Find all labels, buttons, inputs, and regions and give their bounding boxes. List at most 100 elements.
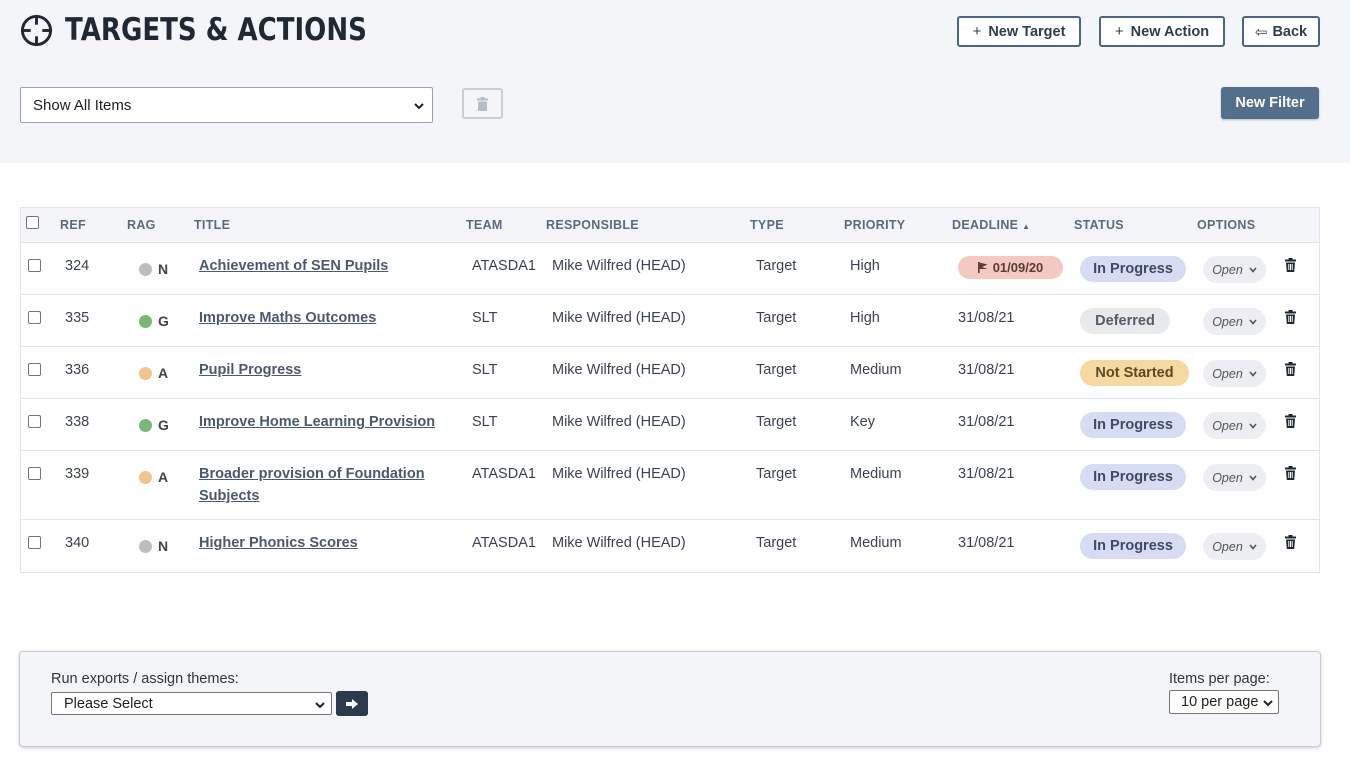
title-area: TARGETS & ACTIONS <box>20 12 424 48</box>
status-badge: In Progress <box>1080 533 1186 559</box>
row-title-link[interactable]: Improve Maths Outcomes <box>199 307 449 329</box>
row-type: Target <box>756 310 797 326</box>
row-ref: 340 <box>65 535 90 551</box>
options-label: Open <box>1212 418 1243 433</box>
row-checkbox[interactable] <box>28 363 41 376</box>
options-dropdown[interactable]: Open <box>1203 256 1266 283</box>
plus-icon: + <box>1114 23 1124 40</box>
rag-dot-icon <box>139 262 152 276</box>
trash-icon[interactable] <box>1285 258 1296 272</box>
rag-indicator: N <box>139 538 168 554</box>
col-deadline[interactable]: DEADLINE ▲ <box>952 218 1030 232</box>
filter-selected-value: Show All Items <box>33 96 132 114</box>
export-label: Run exports / assign themes: <box>51 671 239 687</box>
items-per-page-select[interactable]: 10 per page <box>1169 690 1279 714</box>
options-label: Open <box>1212 470 1243 485</box>
arrow-right-icon <box>346 698 358 709</box>
row-responsible: Mike Wilfred (HEAD) <box>552 310 686 326</box>
row-type: Target <box>756 362 797 378</box>
overdue-deadline-badge: 01/09/20 <box>958 256 1063 279</box>
row-checkbox[interactable] <box>28 311 41 324</box>
trash-icon[interactable] <box>1285 310 1296 324</box>
new-target-button[interactable]: + New Target <box>957 16 1081 47</box>
col-team[interactable]: TEAM <box>466 218 503 232</box>
items-per-page-label: Items per page: <box>1169 671 1270 687</box>
rag-indicator: A <box>139 365 168 381</box>
status-badge: In Progress <box>1080 256 1186 282</box>
run-export-button[interactable] <box>336 691 368 716</box>
options-label: Open <box>1212 262 1243 277</box>
col-rag[interactable]: RAG <box>127 218 156 232</box>
chevron-down-icon <box>1249 543 1257 550</box>
row-priority: High <box>850 310 880 326</box>
options-dropdown[interactable]: Open <box>1203 360 1266 387</box>
deadline-date: 31/08/21 <box>958 414 1015 430</box>
chevron-down-icon <box>1263 700 1273 707</box>
deadline-date: 31/08/21 <box>958 310 1015 326</box>
options-label: Open <box>1212 366 1243 381</box>
filter-select[interactable]: Show All Items <box>20 87 433 123</box>
page-title: TARGETS & ACTIONS <box>65 12 367 48</box>
status-badge: In Progress <box>1080 412 1186 438</box>
sort-asc-icon: ▲ <box>1022 222 1031 231</box>
table-row: 336 A Pupil Progress SLT Mike Wilfred (HEAD)… <box>21 347 1319 399</box>
col-title[interactable]: TITLE <box>194 218 230 232</box>
new-filter-button[interactable]: New Filter <box>1221 87 1319 119</box>
col-ref[interactable]: REF <box>60 218 86 232</box>
chevron-down-icon <box>414 103 424 110</box>
row-title-link[interactable]: Pupil Progress <box>199 359 449 381</box>
trash-icon[interactable] <box>1285 362 1296 376</box>
export-select[interactable]: Please Select <box>51 692 332 715</box>
row-priority: Medium <box>850 466 902 482</box>
col-status[interactable]: STATUS <box>1074 218 1124 232</box>
trash-icon[interactable] <box>1285 466 1296 480</box>
new-target-label: New Target <box>988 23 1066 40</box>
chevron-down-icon <box>1249 422 1257 429</box>
row-checkbox[interactable] <box>28 259 41 272</box>
row-checkbox[interactable] <box>28 467 41 480</box>
options-dropdown[interactable]: Open <box>1203 412 1266 439</box>
row-checkbox[interactable] <box>28 415 41 428</box>
row-title-link[interactable]: Higher Phonics Scores <box>199 532 449 554</box>
row-responsible: Mike Wilfred (HEAD) <box>552 466 686 482</box>
col-responsible[interactable]: RESPONSIBLE <box>546 218 639 232</box>
table-row: 340 N Higher Phonics Scores ATASDA1 Mike Wil… <box>21 520 1319 572</box>
select-all-checkbox[interactable] <box>26 216 39 229</box>
row-team: SLT <box>472 362 498 378</box>
items-per-page-value: 10 per page <box>1181 694 1259 710</box>
delete-filter-button[interactable] <box>462 88 503 119</box>
rag-dot-icon <box>139 470 152 484</box>
options-dropdown[interactable]: Open <box>1203 533 1266 560</box>
targets-table: REF RAG TITLE TEAM RESPONSIBLE TYPE PRIO… <box>20 207 1320 573</box>
chevron-down-icon <box>315 702 325 709</box>
row-ref: 336 <box>65 362 90 378</box>
options-dropdown[interactable]: Open <box>1203 308 1266 335</box>
back-button[interactable]: ⇦ Back <box>1242 16 1320 47</box>
rag-dot-icon <box>139 314 152 328</box>
new-action-button[interactable]: + New Action <box>1099 16 1225 47</box>
trash-icon <box>477 96 488 111</box>
row-checkbox[interactable] <box>28 536 41 549</box>
col-type[interactable]: TYPE <box>750 218 784 232</box>
trash-icon[interactable] <box>1285 414 1296 428</box>
col-options: OPTIONS <box>1197 218 1256 232</box>
row-title-link[interactable]: Achievement of SEN Pupils <box>199 255 449 277</box>
rag-indicator: N <box>139 261 168 277</box>
row-title-link[interactable]: Improve Home Learning Provision <box>199 411 449 433</box>
col-deadline-label: DEADLINE <box>952 218 1019 232</box>
flag-icon <box>977 262 988 273</box>
row-type: Target <box>756 466 797 482</box>
back-label: Back <box>1272 23 1308 40</box>
options-dropdown[interactable]: Open <box>1203 464 1266 491</box>
options-label: Open <box>1212 314 1243 329</box>
trash-icon[interactable] <box>1285 535 1296 549</box>
row-priority: Key <box>850 414 875 430</box>
rag-letter: G <box>158 313 169 329</box>
deadline-date: 31/08/21 <box>958 466 1015 482</box>
chevron-down-icon <box>1249 370 1257 377</box>
row-ref: 335 <box>65 310 90 326</box>
row-title-link[interactable]: Broader provision of Foundation Subjects <box>199 463 449 507</box>
table-body: 324 N Achievement of SEN Pupils ATASDA1 Mike… <box>21 243 1319 572</box>
new-action-label: New Action <box>1130 23 1210 40</box>
col-priority[interactable]: PRIORITY <box>844 218 905 232</box>
